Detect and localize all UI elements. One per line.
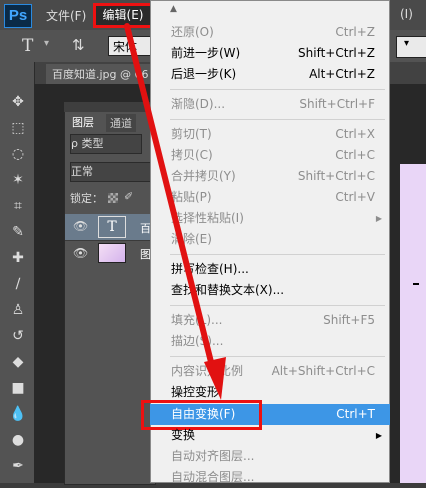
font-size-field[interactable] <box>396 36 426 58</box>
dropdown-arrow-icon[interactable]: ▾ <box>404 38 409 49</box>
healing-brush-tool-icon[interactable]: ✚ <box>8 248 28 268</box>
text-orientation-icon[interactable]: ⇅ <box>72 36 85 54</box>
menu-edit[interactable]: 编辑(E) <box>93 3 153 28</box>
menu-item-fill[interactable]: 填充(L)... Shift+F5 <box>150 310 390 331</box>
clone-stamp-tool-icon[interactable]: ♙ <box>8 300 28 320</box>
menu-separator <box>170 356 385 357</box>
eraser-tool-icon[interactable]: ◆ <box>8 352 28 372</box>
blur-tool-icon[interactable]: 💧 <box>8 404 28 424</box>
text-cursor-mark <box>413 283 419 285</box>
menu-item-spell-check[interactable]: 拼写检查(H)... <box>150 259 390 280</box>
menu-item-find-replace[interactable]: 查找和替换文本(X)... <box>150 280 390 301</box>
scroll-up-icon[interactable]: ▲ <box>170 4 177 14</box>
menu-separator <box>170 305 385 306</box>
menu-item-cut[interactable]: 剪切(T) Ctrl+X <box>150 124 390 145</box>
menu-separator <box>170 89 385 90</box>
lock-transparency-icon[interactable] <box>108 193 118 203</box>
eyedropper-tool-icon[interactable]: ✎ <box>8 222 28 242</box>
tab-layers[interactable]: 图层 <box>68 114 108 130</box>
gradient-tool-icon[interactable]: ■ <box>8 378 28 398</box>
dodge-tool-icon[interactable]: ● <box>8 430 28 450</box>
menu-item-paste-special[interactable]: 选择性粘贴(I) ▶ <box>150 208 390 229</box>
menu-file[interactable]: 文件(F) <box>46 7 86 24</box>
menu-image-fragment[interactable]: (I) <box>400 7 413 21</box>
menu-item-content-aware-scale[interactable]: 内容识别比例 Alt+Shift+Ctrl+C <box>150 361 390 382</box>
image-canvas[interactable] <box>400 164 426 483</box>
document-tab[interactable]: 百度知道.jpg @ 66 <box>46 64 155 84</box>
brush-tool-icon[interactable]: ∕ <box>8 274 28 294</box>
history-brush-tool-icon[interactable]: ↺ <box>8 326 28 346</box>
submenu-arrow-icon: ▶ <box>375 214 382 223</box>
move-tool-icon[interactable]: ✥ <box>8 92 28 112</box>
eye-icon[interactable]: 👁 <box>73 246 88 260</box>
lock-pixels-icon[interactable]: ✐ <box>124 190 133 203</box>
menu-item-fade[interactable]: 渐隐(D)... Shift+Ctrl+F <box>150 94 390 115</box>
crop-tool-icon[interactable]: ⌗ <box>8 196 28 216</box>
submenu-arrow-icon: ▶ <box>375 431 382 440</box>
image-layer-thumbnail <box>98 243 126 263</box>
menu-item-auto-blend-layers[interactable]: 自动混合图层... <box>150 467 390 488</box>
menu-separator <box>170 119 385 120</box>
font-family-select[interactable]: 宋体 <box>108 36 152 56</box>
pen-tool-icon[interactable]: ✒ <box>8 456 28 476</box>
lock-label: 锁定： <box>70 192 103 205</box>
tab-channels[interactable]: 通道 <box>106 114 136 132</box>
menu-item-clear[interactable]: 清除(E) <box>150 229 390 250</box>
tools-panel: ✥ ⬚ ◌ ✶ ⌗ ✎ ✚ ∕ ♙ ↺ ◆ ■ 💧 ● ✒ <box>0 62 35 483</box>
menu-item-stroke[interactable]: 描边(S)... <box>150 331 390 352</box>
menu-item-paste[interactable]: 粘贴(P) Ctrl+V <box>150 187 390 208</box>
panel-header-strip <box>64 102 154 112</box>
menu-item-copy-merged[interactable]: 合并拷贝(Y) Shift+Ctrl+C <box>150 166 390 187</box>
photoshop-logo: Ps <box>4 4 32 28</box>
text-layer-thumbnail: T <box>98 216 126 238</box>
menu-item-step-backward[interactable]: 后退一步(K) Alt+Ctrl+Z <box>150 64 390 85</box>
tool-preset-arrow-icon[interactable]: ▾ <box>44 38 49 49</box>
menu-separator <box>170 254 385 255</box>
lasso-tool-icon[interactable]: ◌ <box>8 144 28 164</box>
text-tool-icon[interactable]: T <box>22 36 33 56</box>
menu-item-copy[interactable]: 拷贝(C) Ctrl+C <box>150 145 390 166</box>
menu-item-undo[interactable]: 还原(O) Ctrl+Z <box>150 22 390 43</box>
layer-filter-select[interactable]: ρ 类型 <box>70 134 142 154</box>
magic-wand-tool-icon[interactable]: ✶ <box>8 170 28 190</box>
menu-item-auto-align-layers[interactable]: 自动对齐图层... <box>150 446 390 467</box>
marquee-tool-icon[interactable]: ⬚ <box>8 118 28 138</box>
menu-item-transform[interactable]: 变换 ▶ <box>150 425 390 446</box>
menu-item-step-forward[interactable]: 前进一步(W) Shift+Ctrl+Z <box>150 43 390 64</box>
blend-mode-select[interactable]: 正常 <box>70 162 152 182</box>
eye-icon[interactable]: 👁 <box>73 219 88 233</box>
